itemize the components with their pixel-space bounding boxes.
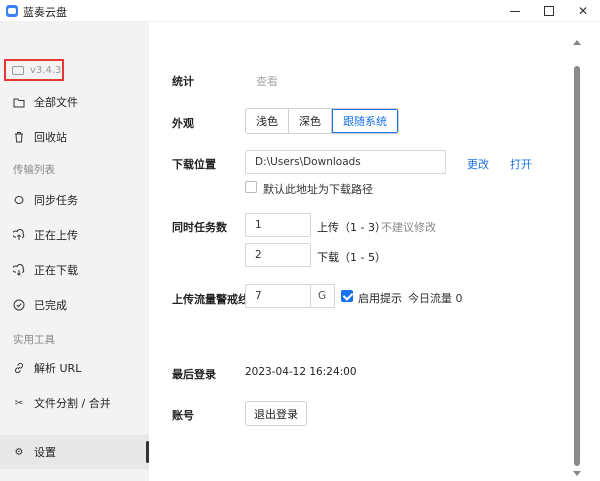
appearance-label: 外观 — [172, 117, 194, 130]
settings-panel: 统计 查看 外观 浅色 深色 跟随系统 下载位置 D:\Users\Downlo… — [149, 22, 600, 481]
theme-system-button[interactable]: 跟随系统 — [332, 109, 398, 133]
sidebar-item-label: 全部文件 — [34, 96, 78, 109]
sidebar-item-label: 已完成 — [34, 299, 67, 312]
upload-concurrency-label: 上传（1 - 3） — [317, 221, 386, 234]
version-icon — [12, 65, 24, 75]
gear-icon: ⚙ — [14, 446, 24, 458]
sync-icon — [13, 194, 25, 206]
sidebar-item-uploading[interactable]: 正在上传 — [0, 218, 149, 252]
version-label: v3.4.3 — [30, 64, 62, 76]
sidebar-item-parse-url[interactable]: 解析 URL — [0, 351, 149, 385]
sidebar-item-all-files[interactable]: 全部文件 — [0, 85, 149, 119]
maximize-icon — [544, 6, 554, 16]
link-icon — [13, 362, 25, 374]
upload-icon — [13, 229, 25, 241]
vertical-scrollbar[interactable] — [573, 40, 581, 478]
check-circle-icon — [13, 299, 25, 311]
section-label-tools: 实用工具 — [13, 334, 55, 346]
upload-concurrency-hint: 不建议修改 — [381, 221, 436, 234]
upload-limit-unit: G — [311, 284, 335, 308]
window-title: 蓝奏云盘 — [23, 6, 67, 19]
version-badge[interactable]: v3.4.3 — [4, 59, 64, 81]
sidebar-item-label: 正在下载 — [34, 264, 78, 277]
stats-label: 统计 — [172, 75, 194, 88]
scroll-up-icon[interactable] — [573, 40, 581, 45]
sidebar-item-label: 回收站 — [34, 131, 67, 144]
minimize-icon — [510, 10, 520, 12]
trash-icon — [13, 131, 25, 143]
sidebar-item-split-merge[interactable]: ✂ 文件分割 / 合并 — [0, 386, 149, 420]
theme-dark-button[interactable]: 深色 — [289, 109, 332, 133]
upload-concurrency-input[interactable]: 1 — [245, 213, 311, 237]
sidebar-item-label: 正在上传 — [34, 229, 78, 242]
sidebar: v3.4.3 全部文件 回收站 传输列表 同步任务 正在上传 正在下载 已完成 … — [0, 22, 149, 481]
app-logo-icon — [6, 5, 18, 17]
download-concurrency-label: 下载（1 - 5） — [317, 251, 386, 264]
sidebar-item-completed[interactable]: 已完成 — [0, 288, 149, 322]
stats-view-link[interactable]: 查看 — [256, 73, 278, 89]
download-location-label: 下载位置 — [172, 158, 216, 171]
account-label: 账号 — [172, 409, 194, 422]
sidebar-item-label: 文件分割 / 合并 — [34, 397, 111, 410]
sidebar-item-label: 同步任务 — [34, 194, 78, 207]
change-path-link[interactable]: 更改 — [467, 156, 489, 172]
open-folder-link[interactable]: 打开 — [510, 156, 532, 172]
download-concurrency-input[interactable]: 2 — [245, 243, 311, 267]
download-path-field[interactable]: D:\Users\Downloads — [245, 150, 446, 174]
scroll-thumb[interactable] — [574, 66, 580, 466]
close-icon: ✕ — [577, 4, 589, 18]
sidebar-item-label: 设置 — [34, 446, 56, 459]
sidebar-item-recycle-bin[interactable]: 回收站 — [0, 120, 149, 154]
logout-button[interactable]: 退出登录 — [245, 401, 307, 426]
section-label-transfer: 传输列表 — [13, 164, 55, 176]
upload-limit-label: 上传流量警戒线 — [172, 293, 249, 306]
sidebar-item-label: 解析 URL — [34, 362, 82, 375]
appearance-segmented-control: 浅色 深色 跟随系统 — [245, 108, 399, 134]
folder-icon — [13, 96, 25, 108]
minimize-button[interactable] — [498, 0, 532, 22]
enable-alert-label: 启用提示 — [358, 292, 402, 305]
close-button[interactable]: ✕ — [566, 0, 600, 22]
scissors-icon: ✂ — [14, 397, 24, 409]
sidebar-item-sync-tasks[interactable]: 同步任务 — [0, 183, 149, 217]
sidebar-item-settings[interactable]: ⚙ 设置 — [0, 435, 149, 469]
default-path-checkbox[interactable] — [245, 181, 257, 193]
last-login-label: 最后登录 — [172, 368, 216, 381]
title-bar: 蓝奏云盘 ✕ — [0, 0, 600, 22]
sidebar-item-downloading[interactable]: 正在下载 — [0, 253, 149, 287]
last-login-value: 2023-04-12 16:24:00 — [245, 366, 357, 378]
enable-alert-checkbox[interactable] — [341, 290, 353, 302]
scroll-down-icon[interactable] — [573, 471, 581, 476]
today-flow-text: 今日流量 0 — [408, 292, 463, 305]
concurrency-label: 同时任务数 — [172, 221, 227, 234]
download-icon — [13, 264, 25, 276]
upload-limit-input[interactable]: 7 — [245, 284, 311, 308]
default-path-label: 默认此地址为下载路径 — [263, 183, 373, 196]
theme-light-button[interactable]: 浅色 — [246, 109, 289, 133]
maximize-button[interactable] — [532, 0, 566, 22]
